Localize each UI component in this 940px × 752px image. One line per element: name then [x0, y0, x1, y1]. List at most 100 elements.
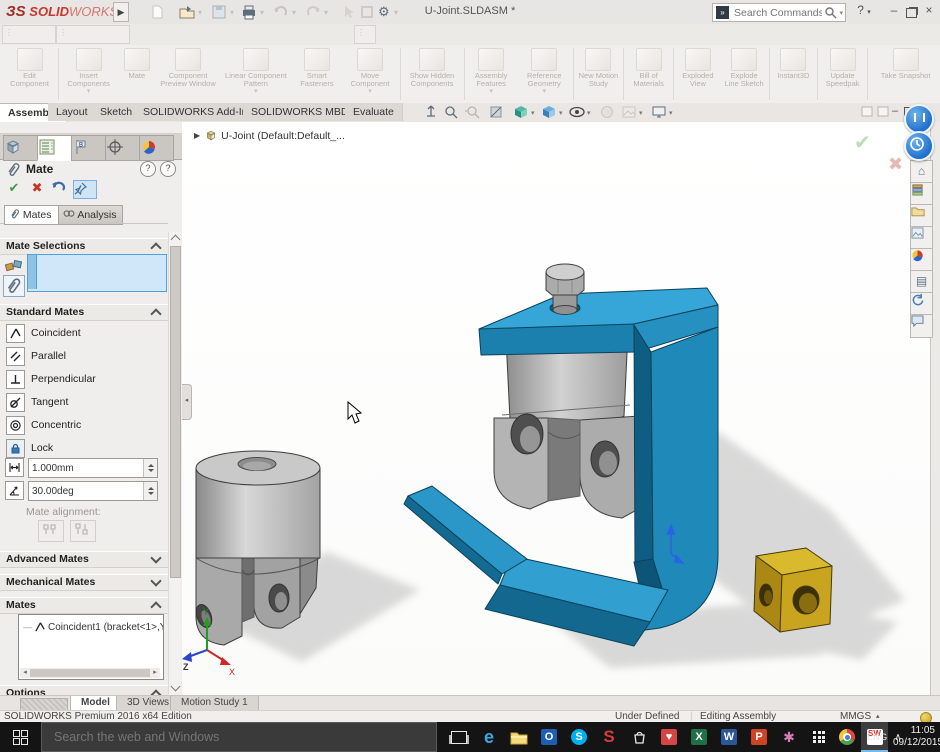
mates-list-box[interactable]: — Coincident1 (bracket<1>,Yok ◂ ▸ — [18, 614, 164, 680]
component-preview-window-button[interactable]: Component Preview Window — [157, 45, 220, 103]
smart-fasteners-button[interactable]: Smart Fasteners — [292, 45, 341, 103]
file-explorer-icon[interactable] — [506, 722, 532, 752]
featuremanager-tab[interactable] — [3, 135, 38, 161]
advanced-mates-header[interactable]: Advanced Mates — [0, 551, 168, 568]
standard-mates-header[interactable]: Standard Mates — [0, 304, 168, 321]
search-commands-input[interactable] — [732, 6, 824, 20]
mate-type-perpendicular[interactable]: Perpendicular — [6, 369, 96, 389]
mates-list-item[interactable]: — Coincident1 (bracket<1>,Yok — [19, 615, 163, 633]
mate-selection-box[interactable] — [27, 254, 167, 292]
help-icon[interactable]: ? — [160, 161, 176, 177]
taskpane-file-explorer-tab[interactable] — [910, 204, 933, 228]
anti-aligned-button[interactable] — [70, 520, 96, 542]
task-view-button[interactable] — [446, 722, 472, 752]
mate-type-lock[interactable]: Lock — [6, 438, 53, 458]
mate-type-parallel[interactable]: Parallel — [6, 346, 66, 366]
mate-selections-header[interactable]: Mate Selections — [0, 238, 168, 255]
scroll-up-icon[interactable] — [171, 235, 181, 245]
edge-icon[interactable]: e — [476, 722, 502, 752]
skype-icon[interactable]: S — [566, 722, 592, 752]
taskbar-search-input[interactable] — [42, 729, 436, 745]
taskbar-clock[interactable]: 11:05 09/12/2015 — [893, 725, 935, 749]
search-icon[interactable] — [824, 6, 837, 19]
taskpane-view-palette-tab[interactable] — [910, 226, 933, 250]
undo-button[interactable] — [50, 180, 70, 195]
dimxpertmanager-tab[interactable] — [105, 135, 140, 161]
help-button[interactable]: ? ▾ — [856, 3, 872, 17]
graphics-viewport[interactable]: Y Z X ▶ U-Joint (Default:Default_... ✔ ✖… — [182, 122, 930, 695]
breadcrumb[interactable]: ▶ U-Joint (Default:Default_... — [194, 129, 345, 142]
misc-app-icon[interactable]: ✱ — [776, 722, 802, 752]
tree-expand-icon[interactable]: ▶ — [194, 131, 200, 140]
show-hidden-components-button[interactable]: Show Hidden Components — [402, 45, 463, 103]
assembly-3d-view[interactable]: Y Z X — [182, 122, 930, 695]
subtab-mates[interactable]: Mates — [4, 205, 59, 225]
propertymanager-tab[interactable] — [37, 135, 72, 161]
view-orientation-icon[interactable] — [540, 104, 558, 120]
scroll-down-icon[interactable] — [171, 682, 181, 692]
tab-sketch[interactable]: Sketch — [92, 103, 141, 121]
tab-layout[interactable]: Layout — [48, 103, 97, 121]
app-grid-icon[interactable] — [806, 722, 832, 752]
part-yoke-top[interactable] — [494, 332, 644, 518]
word-icon[interactable]: W — [716, 722, 742, 752]
mechanical-mates-header[interactable]: Mechanical Mates — [0, 574, 168, 591]
angle-field[interactable] — [28, 481, 158, 501]
chrome-icon[interactable] — [834, 722, 860, 752]
mate-type-concentric[interactable]: Concentric — [6, 415, 81, 435]
tab-motion-study-1[interactable]: Motion Study 1 — [170, 696, 259, 711]
reference-geometry-button[interactable]: Reference Geometry▾ — [517, 45, 572, 103]
ok-button[interactable]: ✔ — [4, 180, 24, 196]
taskpane-forum-tab[interactable] — [910, 292, 933, 316]
outlook-icon[interactable]: O — [536, 722, 562, 752]
instant3d-button[interactable]: Instant3D — [771, 45, 816, 103]
pin-button[interactable] — [73, 180, 97, 199]
recording-timer-button[interactable] — [904, 131, 934, 161]
zoom-fit-icon[interactable] — [422, 104, 440, 120]
take-snapshot-button[interactable]: Take Snapshot — [869, 45, 940, 103]
tab-evaluate[interactable]: Evaluate — [345, 103, 403, 121]
exploded-view-button[interactable]: Exploded View — [675, 45, 720, 103]
recording-pause-button[interactable] — [904, 104, 934, 134]
taskpane-custom-properties-tab[interactable]: ▤ — [910, 270, 933, 294]
assembly-features-button[interactable]: Assembly Features▾ — [466, 45, 517, 103]
edit-component-button[interactable]: Edit Component — [2, 45, 57, 103]
language-indicator[interactable]: ENG — [864, 722, 890, 752]
subtab-analysis[interactable]: Analysis — [58, 205, 123, 225]
tab-model[interactable]: Model — [70, 696, 121, 711]
panel-scrollbar[interactable] — [168, 232, 181, 694]
displaymanager-tab[interactable] — [139, 135, 174, 161]
window-close-button[interactable]: × — [921, 3, 937, 17]
mate-type-coincident[interactable]: Coincident — [6, 323, 81, 343]
excel-icon[interactable]: X — [686, 722, 712, 752]
search-caret-icon[interactable]: ▾ — [837, 9, 845, 17]
mates-list-hscrollbar[interactable]: ◂ ▸ — [20, 668, 160, 678]
panel-splitter-handle[interactable]: ◂ — [182, 384, 192, 420]
distance-spinner[interactable] — [143, 459, 157, 477]
taskpane-design-library-tab[interactable] — [910, 182, 933, 206]
confirm-cancel-icon[interactable]: ✖ — [888, 154, 903, 175]
insert-components-button[interactable]: Insert Components▾ — [60, 45, 117, 103]
mate-button[interactable]: Mate — [117, 45, 156, 103]
taskpane-home-tab[interactable]: ⌂ — [910, 160, 933, 184]
doc-minimize-icon[interactable]: – — [892, 105, 898, 117]
scrollbar-thumb[interactable] — [170, 246, 181, 578]
new-motion-study-button[interactable]: New Motion Study — [575, 45, 622, 103]
taskpane-chat-tab[interactable] — [910, 314, 933, 338]
zoom-area-icon[interactable] — [443, 104, 461, 120]
angle-spinner[interactable] — [143, 482, 157, 500]
whats-new-help-icon[interactable]: ? — [140, 161, 156, 177]
command-search[interactable]: » ▾ — [712, 3, 846, 22]
update-speedpak-button[interactable]: Update Speedpak — [819, 45, 866, 103]
mate-type-tangent[interactable]: Tangent — [6, 392, 68, 412]
cancel-button[interactable]: ✖ — [27, 180, 47, 196]
hide-show-items-icon[interactable] — [568, 104, 586, 120]
angle-input[interactable] — [29, 482, 143, 500]
window-minimize-button[interactable]: – — [886, 3, 902, 17]
bill-of-materials-button[interactable]: Bill of Materials — [625, 45, 672, 103]
display-style-icon[interactable] — [512, 104, 530, 120]
distance-input[interactable] — [29, 459, 143, 477]
store-icon[interactable] — [626, 722, 652, 752]
mates-list-header[interactable]: Mates — [0, 597, 168, 614]
configurationmanager-tab[interactable]: B — [71, 135, 106, 161]
